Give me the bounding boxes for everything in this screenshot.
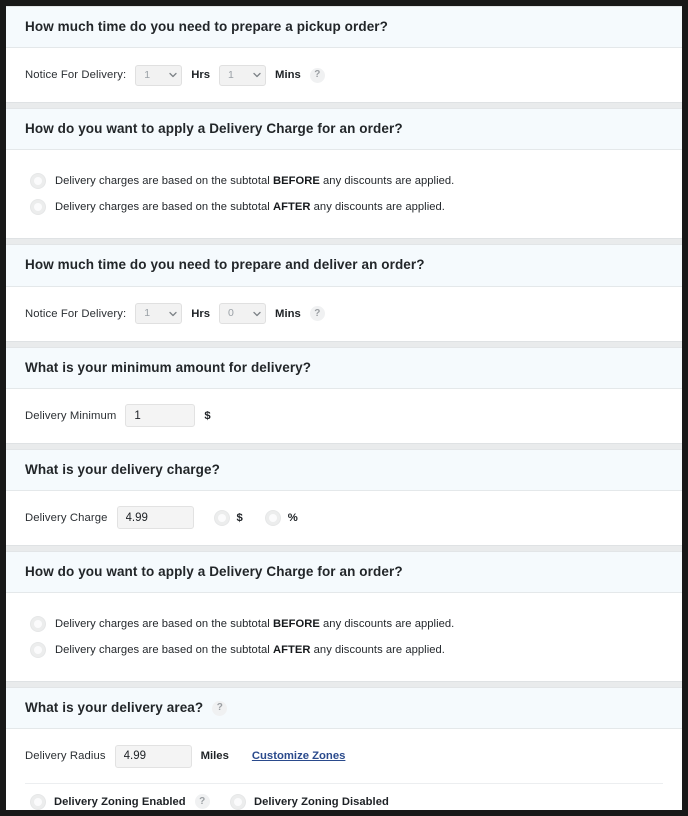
section-body: Notice For Delivery: 1 Hrs 0 Mins ?	[6, 286, 682, 341]
delivery-minimum-input[interactable]	[125, 404, 196, 428]
zoning-disabled-option[interactable]: Delivery Zoning Disabled	[231, 794, 389, 809]
section-header: What is your minimum amount for delivery…	[6, 347, 682, 389]
section-title: What is your minimum amount for delivery…	[25, 359, 312, 375]
settings-scroll-area[interactable]: How much time do you need to prepare a p…	[6, 6, 682, 810]
delivery-hours-select[interactable]: 1	[135, 303, 183, 325]
section-header: What is your delivery charge?	[6, 449, 682, 491]
section-header: How much time do you need to prepare and…	[6, 245, 682, 287]
section-delivery-charge-apply-2: How do you want to apply a Delivery Char…	[6, 550, 682, 683]
chevron-down-icon	[253, 310, 261, 317]
section-title: How do you want to apply a Delivery Char…	[25, 563, 403, 579]
notice-label: Notice For Delivery:	[25, 307, 127, 320]
section-title: What is your delivery area?	[25, 700, 204, 716]
notice-label: Notice For Delivery:	[25, 69, 127, 82]
charge-type-percent-label: %	[287, 511, 298, 524]
section-body: Delivery Radius Miles Customize Zones De…	[6, 729, 682, 810]
delivery-charge-label: Delivery Charge	[25, 511, 108, 524]
radio-button[interactable]	[265, 510, 280, 525]
minutes-unit-label: Mins	[275, 69, 301, 82]
notice-for-delivery-row: Notice For Delivery: 1 Hrs 0 Mins ?	[25, 301, 663, 327]
section-body: Delivery Charge $ %	[6, 490, 682, 545]
section-header: How much time do you need to prepare a p…	[6, 7, 682, 49]
delivery-minutes-select[interactable]: 0	[219, 303, 267, 325]
section-delivery-charge: What is your delivery charge? Delivery C…	[6, 448, 682, 546]
radio-button[interactable]	[31, 617, 45, 632]
question-icon[interactable]: ?	[309, 67, 325, 83]
question-icon[interactable]: ?	[212, 700, 228, 716]
delivery-radius-row: Delivery Radius Miles Customize Zones	[25, 743, 663, 769]
question-icon[interactable]: ?	[309, 306, 325, 322]
delivery-radius-label: Delivery Radius	[25, 750, 106, 763]
radio-option-after[interactable]: Delivery charges are based on the subtot…	[25, 194, 663, 220]
radio-button[interactable]	[231, 794, 245, 809]
chevron-down-icon	[253, 71, 261, 78]
radio-label: Delivery charges are based on the subtot…	[55, 644, 445, 657]
section-title: What is your delivery charge?	[25, 461, 220, 477]
miles-unit-label: Miles	[200, 750, 229, 763]
radio-button[interactable]	[31, 794, 45, 809]
pickup-minutes-select[interactable]: 1	[219, 64, 267, 86]
radio-button[interactable]	[31, 200, 45, 215]
radio-label: Delivery charges are based on the subtot…	[55, 201, 445, 214]
delivery-minimum-label: Delivery Minimum	[25, 409, 117, 422]
charge-apply-radio-group-2: Delivery charges are based on the subtot…	[25, 609, 663, 665]
delivery-charge-row: Delivery Charge $ %	[25, 505, 663, 531]
radio-button[interactable]	[31, 174, 45, 189]
delivery-charge-input[interactable]	[116, 506, 194, 530]
minutes-unit-label: Mins	[275, 307, 301, 320]
customize-zones-link[interactable]: Customize Zones	[252, 750, 346, 762]
hours-unit-label: Hrs	[191, 69, 211, 82]
radio-label: Delivery charges are based on the subtot…	[55, 618, 455, 631]
charge-type-dollar-label: $	[236, 511, 243, 524]
pickup-hours-value: 1	[144, 68, 151, 81]
radio-button[interactable]	[31, 643, 45, 658]
radio-label: Delivery charges are based on the subtot…	[55, 175, 455, 188]
charge-apply-radio-group-1: Delivery charges are based on the subtot…	[25, 166, 663, 222]
delivery-hours-value: 1	[144, 307, 151, 320]
section-delivery-charge-apply-1: How do you want to apply a Delivery Char…	[6, 108, 682, 240]
radio-button[interactable]	[214, 510, 229, 525]
zoning-enabled-label: Delivery Zoning Enabled	[54, 795, 186, 808]
notice-for-delivery-row: Notice For Delivery: 1 Hrs 1 Mins ?	[25, 62, 663, 88]
divider	[25, 783, 663, 785]
section-header: What is your delivery area? ?	[6, 688, 682, 730]
section-body: Delivery charges are based on the subtot…	[6, 593, 682, 682]
section-delivery-area: What is your delivery area? ? Delivery R…	[6, 687, 682, 810]
chevron-down-icon	[169, 71, 177, 78]
section-title: How do you want to apply a Delivery Char…	[25, 121, 403, 137]
currency-label: $	[204, 409, 211, 422]
charge-type-percent-option[interactable]: %	[265, 510, 298, 525]
settings-window: How much time do you need to prepare a p…	[0, 0, 688, 816]
pickup-hours-select[interactable]: 1	[135, 64, 183, 86]
charge-type-dollar-option[interactable]: $	[214, 510, 243, 525]
radio-option-before[interactable]: Delivery charges are based on the subtot…	[25, 611, 663, 637]
section-header: How do you want to apply a Delivery Char…	[6, 109, 682, 151]
delivery-minutes-value: 0	[228, 307, 234, 320]
section-delivery-minimum: What is your minimum amount for delivery…	[6, 346, 682, 444]
pickup-minutes-value: 1	[228, 68, 234, 81]
section-body: Delivery Minimum $	[6, 388, 682, 443]
radio-option-before[interactable]: Delivery charges are based on the subtot…	[25, 168, 663, 194]
radio-option-after[interactable]: Delivery charges are based on the subtot…	[25, 637, 663, 663]
zoning-enabled-option[interactable]: Delivery Zoning Enabled ?	[31, 794, 231, 810]
delivery-zoning-row: Delivery Zoning Enabled ? Delivery Zonin…	[25, 788, 663, 810]
section-header: How do you want to apply a Delivery Char…	[6, 551, 682, 594]
section-body: Delivery charges are based on the subtot…	[6, 150, 682, 239]
chevron-down-icon	[169, 310, 177, 317]
zoning-disabled-label: Delivery Zoning Disabled	[254, 795, 389, 808]
section-delivery-prep-time: How much time do you need to prepare and…	[6, 244, 682, 342]
delivery-minimum-row: Delivery Minimum $	[25, 403, 663, 429]
section-body: Notice For Delivery: 1 Hrs 1 Mins ?	[6, 48, 682, 103]
section-pickup-prep-time: How much time do you need to prepare a p…	[6, 6, 682, 104]
section-title: How much time do you need to prepare and…	[25, 257, 425, 273]
section-title: How much time do you need to prepare a p…	[25, 19, 389, 34]
question-icon[interactable]: ?	[194, 794, 210, 810]
hours-unit-label: Hrs	[191, 307, 211, 320]
delivery-radius-input[interactable]	[114, 744, 192, 768]
